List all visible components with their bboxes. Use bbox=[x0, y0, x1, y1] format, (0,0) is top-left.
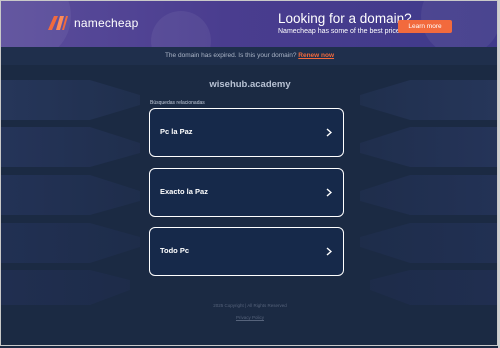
renew-now-link[interactable]: Renew now bbox=[298, 52, 334, 59]
expired-notice: The domain has expired. Is this your dom… bbox=[1, 47, 498, 65]
chevron-right-icon bbox=[326, 128, 332, 137]
copyright-text: 2025 Copyright | All Rights Reserved bbox=[213, 303, 287, 308]
namecheap-logo-icon bbox=[48, 16, 68, 30]
namecheap-logo[interactable]: namecheap bbox=[47, 14, 139, 32]
promo-subtitle: Namecheap has some of the best prices. bbox=[278, 28, 406, 35]
chevron-right-icon bbox=[326, 247, 332, 256]
learn-more-button[interactable]: Learn more bbox=[398, 20, 452, 33]
chevron-right-icon bbox=[326, 188, 332, 197]
related-link-exacto-la-paz[interactable]: Exacto la Paz bbox=[149, 168, 344, 217]
related-link-label: Exacto la Paz bbox=[160, 187, 208, 196]
namecheap-banner[interactable]: namecheap Looking for a domain? Namechea… bbox=[1, 1, 498, 47]
related-searches-label: Búsquedas relacionadas bbox=[150, 100, 205, 106]
related-link-pc-la-paz[interactable]: Pc la Paz bbox=[149, 108, 344, 157]
privacy-policy-link[interactable]: Privacy Policy bbox=[0, 315, 500, 320]
notice-text: The domain has expired. Is this your dom… bbox=[164, 52, 297, 59]
promo-title: Looking for a domain? bbox=[278, 11, 412, 26]
related-link-todo-pc[interactable]: Todo Pc bbox=[149, 227, 344, 276]
domain-name: wisehub.academy bbox=[209, 79, 291, 90]
related-link-label: Todo Pc bbox=[160, 246, 190, 255]
logo-text: namecheap bbox=[74, 16, 139, 30]
related-link-label: Pc la Paz bbox=[160, 127, 193, 136]
